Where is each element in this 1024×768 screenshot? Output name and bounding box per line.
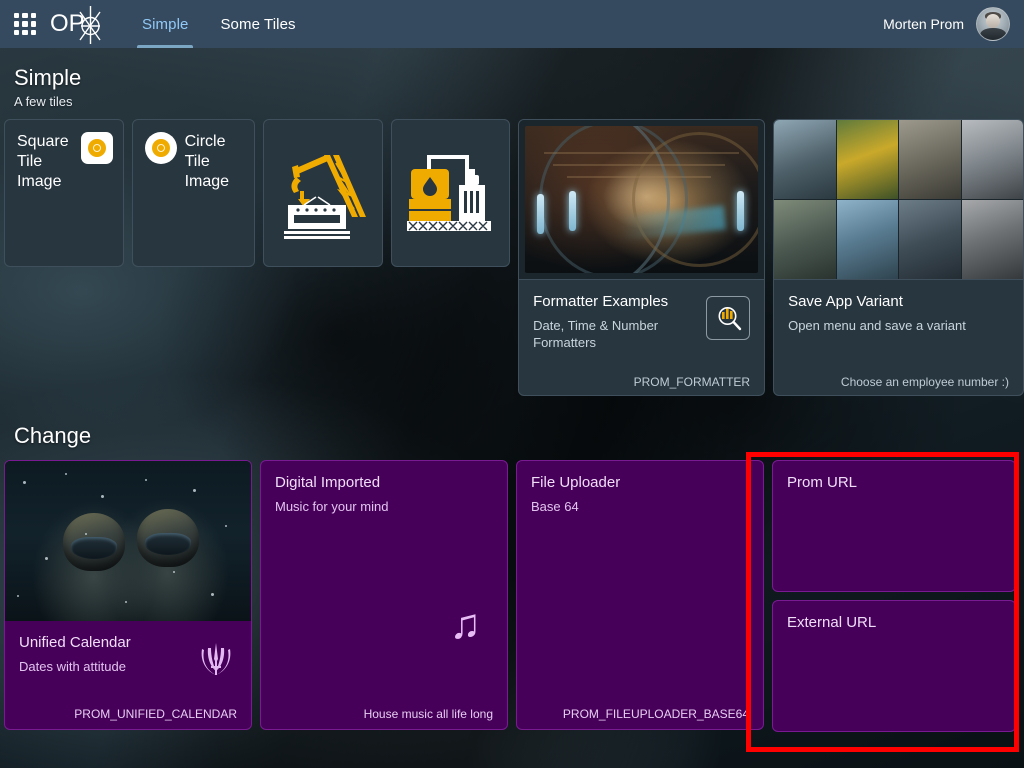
- tile-formatter-body: Formatter Examples Date, Time & Number F…: [519, 280, 764, 396]
- tile-digital-imported-subtitle: Music for your mind: [275, 498, 493, 515]
- square-badge-icon: [81, 132, 113, 164]
- group-change: Change: [0, 422, 1024, 732]
- tile-save-variant-title: Save App Variant: [788, 292, 1009, 311]
- cyclists-collage-image: [774, 120, 1023, 280]
- spaceship-corridor-image: [519, 120, 764, 280]
- music-note-icon: ♫: [450, 603, 482, 645]
- tile-file-uploader-footer: PROM_FILEUPLOADER_BASE64: [563, 707, 749, 721]
- tile-square-tile-image[interactable]: Square Tile Image: [4, 119, 124, 267]
- tile-crane[interactable]: [263, 119, 382, 267]
- avatar[interactable]: [976, 7, 1010, 41]
- group-simple: Simple A few tiles Square Tile Image Cir: [0, 64, 1024, 396]
- group-simple-header: Simple A few tiles: [0, 64, 1024, 119]
- tab-some-tiles[interactable]: Some Tiles: [204, 0, 311, 48]
- tile-save-variant-body: Save App Variant Open menu and save a va…: [774, 280, 1023, 396]
- soldiers-image: [5, 461, 251, 621]
- url-tiles-column: Prom URL External URL: [772, 460, 1016, 732]
- tile-formatter-footer: PROM_FORMATTER: [634, 375, 750, 389]
- oil-tank-icon: [405, 151, 495, 235]
- tile-unified-calendar-body: Unified Calendar Dates with attitude: [5, 621, 251, 729]
- shellbar: OP Simple Some Tiles Morten Prom: [0, 0, 1024, 48]
- tile-square-title: Square Tile Image: [17, 132, 79, 192]
- grid-menu-icon[interactable]: [14, 13, 36, 35]
- group-change-tiles: Unified Calendar Dates with attitude: [0, 460, 1024, 732]
- group-change-header: Change: [0, 422, 1024, 460]
- tile-digital-imported[interactable]: Digital Imported Music for your mind ♫ H…: [260, 460, 508, 730]
- tab-some-tiles-label: Some Tiles: [220, 16, 295, 33]
- tab-simple-label: Simple: [142, 16, 188, 33]
- chart-magnifier-icon: [706, 296, 750, 340]
- group-simple-tiles: Square Tile Image Circle Tile Image: [0, 119, 1024, 396]
- tile-file-uploader[interactable]: File Uploader Base 64 PROM_FILEUPLOADER_…: [516, 460, 764, 730]
- circle-badge-icon: [145, 132, 177, 164]
- group-simple-subtitle: A few tiles: [14, 94, 1010, 109]
- tile-file-uploader-subtitle: Base 64: [531, 498, 749, 515]
- tile-formatter-examples[interactable]: Formatter Examples Date, Time & Number F…: [518, 119, 765, 396]
- tile-digital-imported-footer: House music all life long: [364, 707, 493, 721]
- app-logo[interactable]: OP: [50, 0, 108, 48]
- group-change-title: Change: [14, 422, 1010, 450]
- shellbar-tabs: Simple Some Tiles: [126, 0, 312, 48]
- tile-save-app-variant[interactable]: Save App Variant Open menu and save a va…: [773, 119, 1024, 396]
- tile-formatter-subtitle: Date, Time & Number Formatters: [533, 317, 683, 351]
- group-simple-title: Simple: [14, 64, 1010, 92]
- fiori-launchpad: OP Simple Some Tiles Morten Prom: [0, 0, 1024, 768]
- tile-circle-title: Circle Tile Image: [185, 132, 251, 192]
- tile-unified-calendar[interactable]: Unified Calendar Dates with attitude: [4, 460, 252, 730]
- tile-external-url-title: External URL: [787, 613, 1001, 632]
- shellbar-user-area: Morten Prom: [883, 7, 1010, 41]
- tile-file-uploader-title: File Uploader: [531, 473, 749, 492]
- tile-save-variant-footer: Choose an employee number :): [841, 375, 1009, 389]
- tile-save-variant-subtitle: Open menu and save a variant: [788, 317, 1009, 334]
- tile-oil-tank[interactable]: [391, 119, 510, 267]
- svg-text:OP: OP: [50, 10, 85, 37]
- tile-circle-tile-image[interactable]: Circle Tile Image: [132, 119, 256, 267]
- tab-simple[interactable]: Simple: [126, 0, 204, 48]
- tile-prom-url-title: Prom URL: [787, 473, 1001, 492]
- tile-formatter-title: Formatter Examples: [533, 292, 683, 311]
- tile-unified-calendar-footer: PROM_UNIFIED_CALENDAR: [74, 707, 237, 721]
- tile-external-url[interactable]: External URL: [772, 600, 1016, 732]
- crane-icon: [280, 147, 366, 239]
- tile-prom-url[interactable]: Prom URL: [772, 460, 1016, 592]
- tile-digital-imported-title: Digital Imported: [275, 473, 493, 492]
- jedi-order-icon: [199, 641, 233, 677]
- launchpad-pages: Simple A few tiles Square Tile Image Cir: [0, 48, 1024, 732]
- user-name: Morten Prom: [883, 16, 964, 32]
